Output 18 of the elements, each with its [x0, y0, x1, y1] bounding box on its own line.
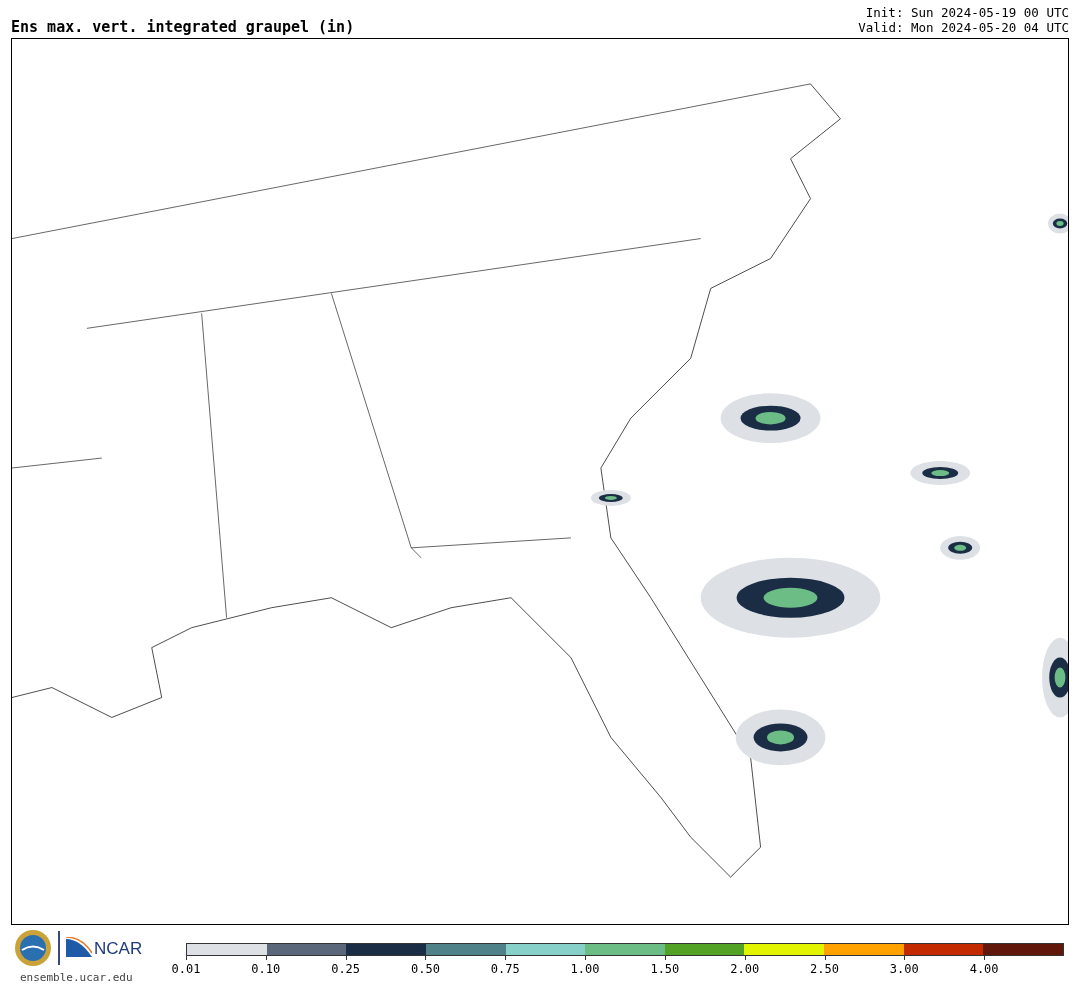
colorbar-tick-label: 0.75 [490, 963, 520, 975]
colorbar-tick-label: 0.25 [331, 963, 361, 975]
logo-text: NCAR [94, 939, 143, 957]
colorbar-tick-label: 1.00 [570, 963, 600, 975]
colorbar-tick-label: 0.01 [171, 963, 201, 975]
colorbar-tick-label: 0.50 [411, 963, 440, 975]
swoosh-logo-icon [66, 937, 92, 959]
colorbar-tick-label: 3.00 [889, 963, 919, 975]
colorbar-tick-label: 4.00 [969, 963, 999, 975]
colorbar-tick-label: 1.50 [650, 963, 680, 975]
init-time: Init: Sun 2024-05-19 00 UTC [865, 5, 1069, 20]
website-url: ensemble.ucar.edu [20, 970, 133, 986]
globe-seal-icon [14, 929, 52, 967]
colorbar-tick-label: 2.50 [810, 963, 839, 975]
colorbar-tick-label: 2.00 [730, 963, 760, 975]
chart-title: Ens max. vert. integrated graupel (in) [11, 20, 355, 35]
colorbar-tick-label: 0.10 [251, 963, 281, 975]
valid-time: Valid: Mon 2024-05-20 04 UTC [858, 20, 1069, 35]
